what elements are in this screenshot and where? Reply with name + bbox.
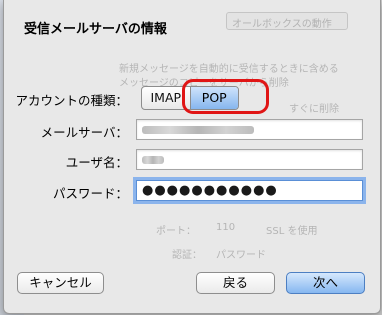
redacted-value bbox=[142, 156, 164, 164]
username-field[interactable] bbox=[136, 149, 363, 170]
background-auth-label: 認証： bbox=[172, 250, 202, 261]
password-label: パスワード： bbox=[52, 186, 128, 201]
password-field[interactable]: ●●●●●●●●●●● bbox=[136, 180, 363, 201]
background-popup: すぐに削除 bbox=[289, 104, 339, 115]
background-port-value: 110 bbox=[216, 222, 236, 233]
background-auth-value: パスワード bbox=[216, 250, 266, 261]
background-ssl-label: SSL を使用 bbox=[266, 226, 318, 237]
redacted-value bbox=[142, 126, 254, 134]
sheet-title: 受信メールサーバの情報 bbox=[24, 22, 167, 37]
mail-server-label: メールサーバ： bbox=[40, 125, 128, 140]
background-tab bbox=[226, 12, 348, 30]
cancel-button[interactable]: キャンセル bbox=[17, 272, 104, 294]
password-value: ●●●●●●●●●●● bbox=[142, 183, 278, 198]
mail-server-field[interactable] bbox=[136, 119, 363, 140]
background-tab-label: オールボックスの動作 bbox=[232, 19, 332, 30]
account-type-label: アカウントの種類： bbox=[15, 93, 128, 108]
back-button[interactable]: 戻る bbox=[196, 272, 275, 294]
highlight-annotation bbox=[182, 79, 269, 114]
incoming-server-sheet: オールボックスの動作 新規メッセージを自動的に受信するときに含める メッセージの… bbox=[3, 0, 381, 314]
next-button[interactable]: 次へ bbox=[286, 272, 365, 294]
background-port-label: ポート： bbox=[156, 226, 196, 237]
username-label: ユーザ名： bbox=[65, 155, 128, 170]
background-checkbox-line: 新規メッセージを自動的に受信するときに含める bbox=[119, 64, 339, 75]
